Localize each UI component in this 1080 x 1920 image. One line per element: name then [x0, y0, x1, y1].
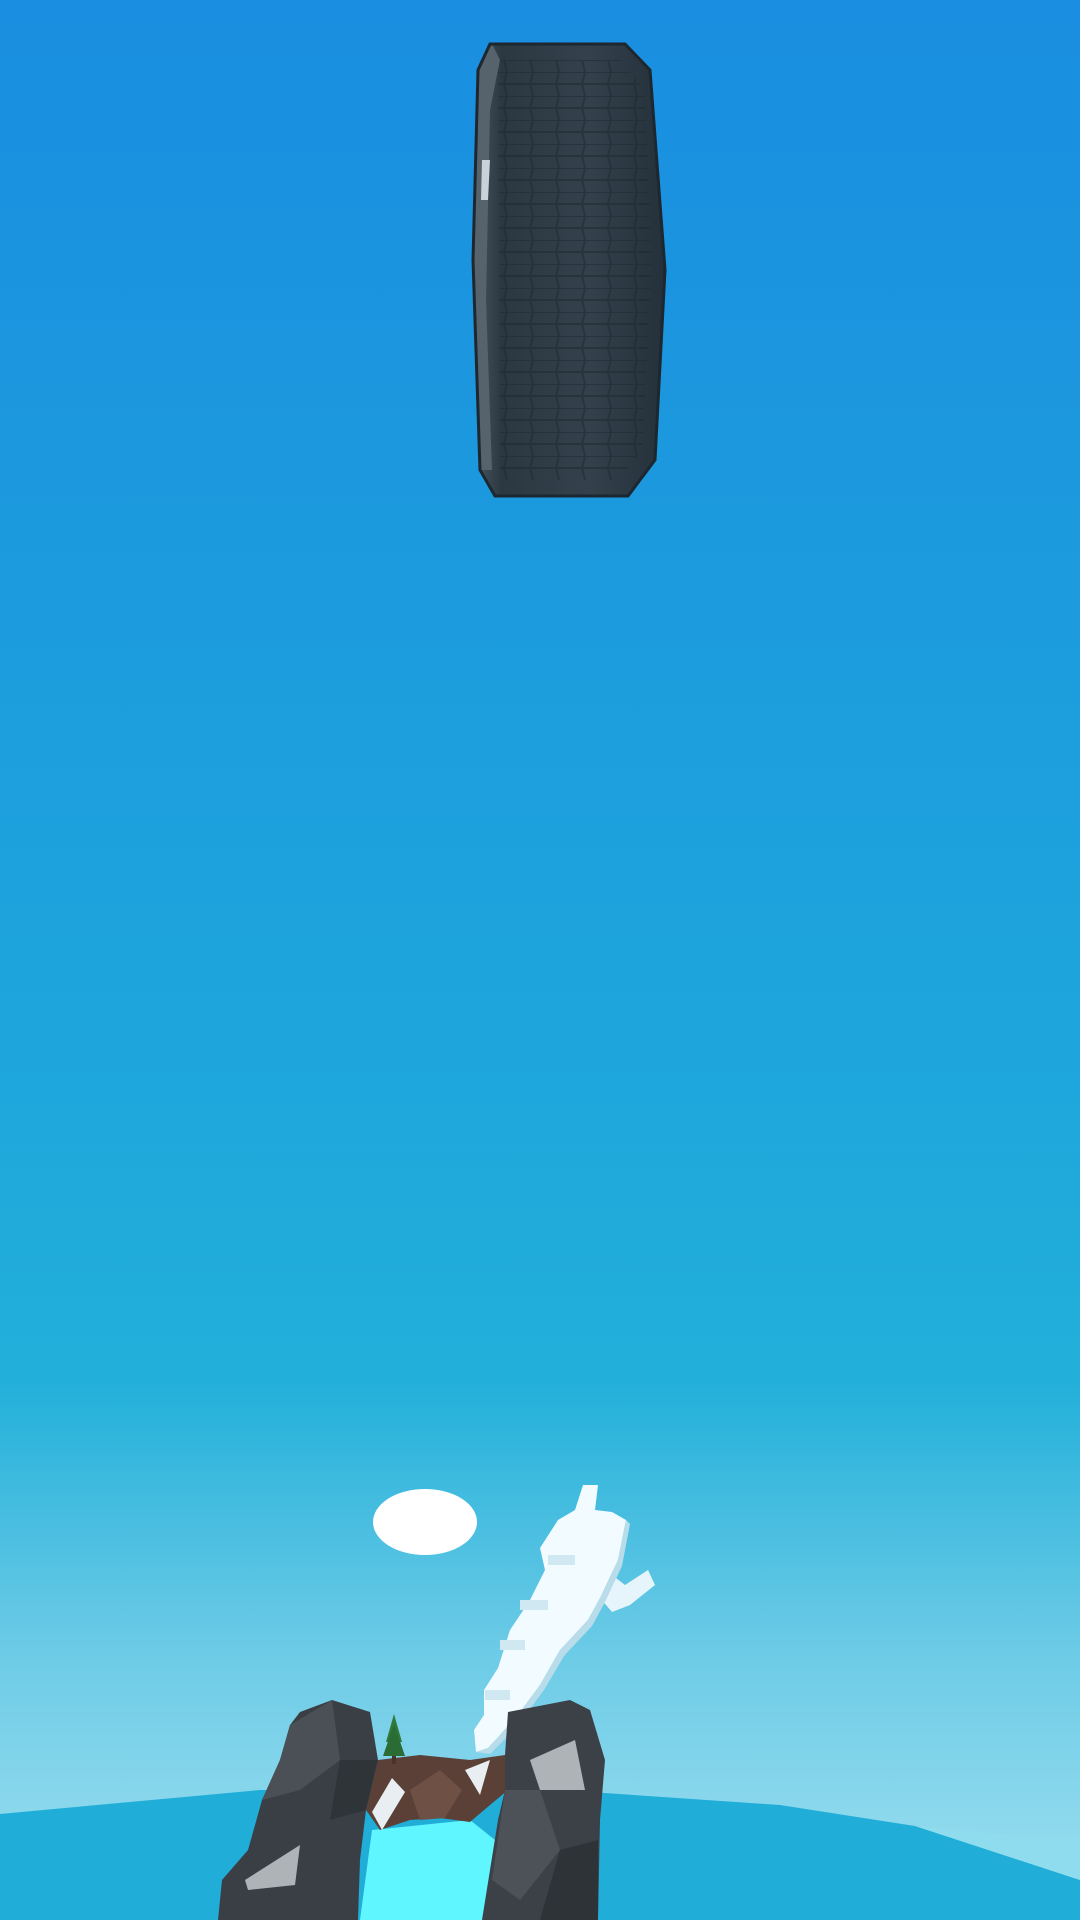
scene-canvas — [0, 0, 1080, 1920]
tire-icon — [471, 42, 667, 498]
game-scene[interactable] — [0, 0, 1080, 1920]
cloud-icon — [373, 1489, 477, 1555]
